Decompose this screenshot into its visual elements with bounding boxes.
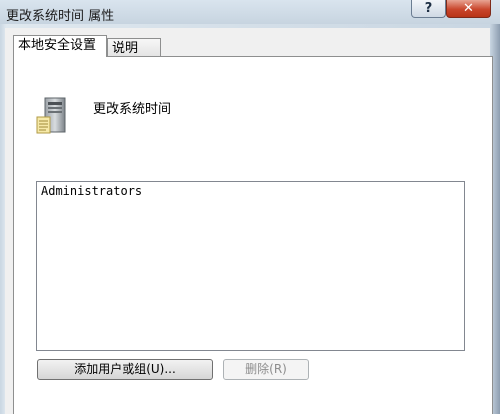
help-button[interactable]: ?	[411, 0, 446, 18]
dialog-client-area: 本地安全设置 说明 更改系统时间 Administrators 添加用户或组(U…	[5, 28, 493, 414]
close-icon: ✕	[463, 1, 474, 16]
policy-title: 更改系统时间	[93, 102, 172, 117]
properties-window: 更改系统时间 属性 ? ✕ 本地安全设置 说明 更改系统时间 Administr…	[0, 0, 500, 414]
add-user-or-group-button[interactable]: 添加用户或组(U)...	[37, 359, 213, 380]
tab-label: 说明	[112, 41, 139, 56]
question-mark-icon: ?	[424, 1, 433, 16]
list-item[interactable]: Administrators	[41, 184, 142, 198]
server-computer-icon	[36, 97, 66, 134]
tab-local-security-setting[interactable]: 本地安全设置	[13, 35, 107, 57]
close-button[interactable]: ✕	[446, 0, 491, 18]
remove-button[interactable]: 删除(R)	[223, 359, 309, 380]
tab-explain[interactable]: 说明	[107, 38, 161, 57]
tab-label: 本地安全设置	[18, 38, 97, 53]
tab-panel: 更改系统时间 Administrators 添加用户或组(U)... 删除(R)	[13, 56, 493, 414]
members-listbox[interactable]: Administrators	[36, 181, 465, 351]
window-title: 更改系统时间 属性	[6, 9, 115, 24]
title-bar[interactable]: 更改系统时间 属性 ? ✕	[0, 0, 500, 24]
